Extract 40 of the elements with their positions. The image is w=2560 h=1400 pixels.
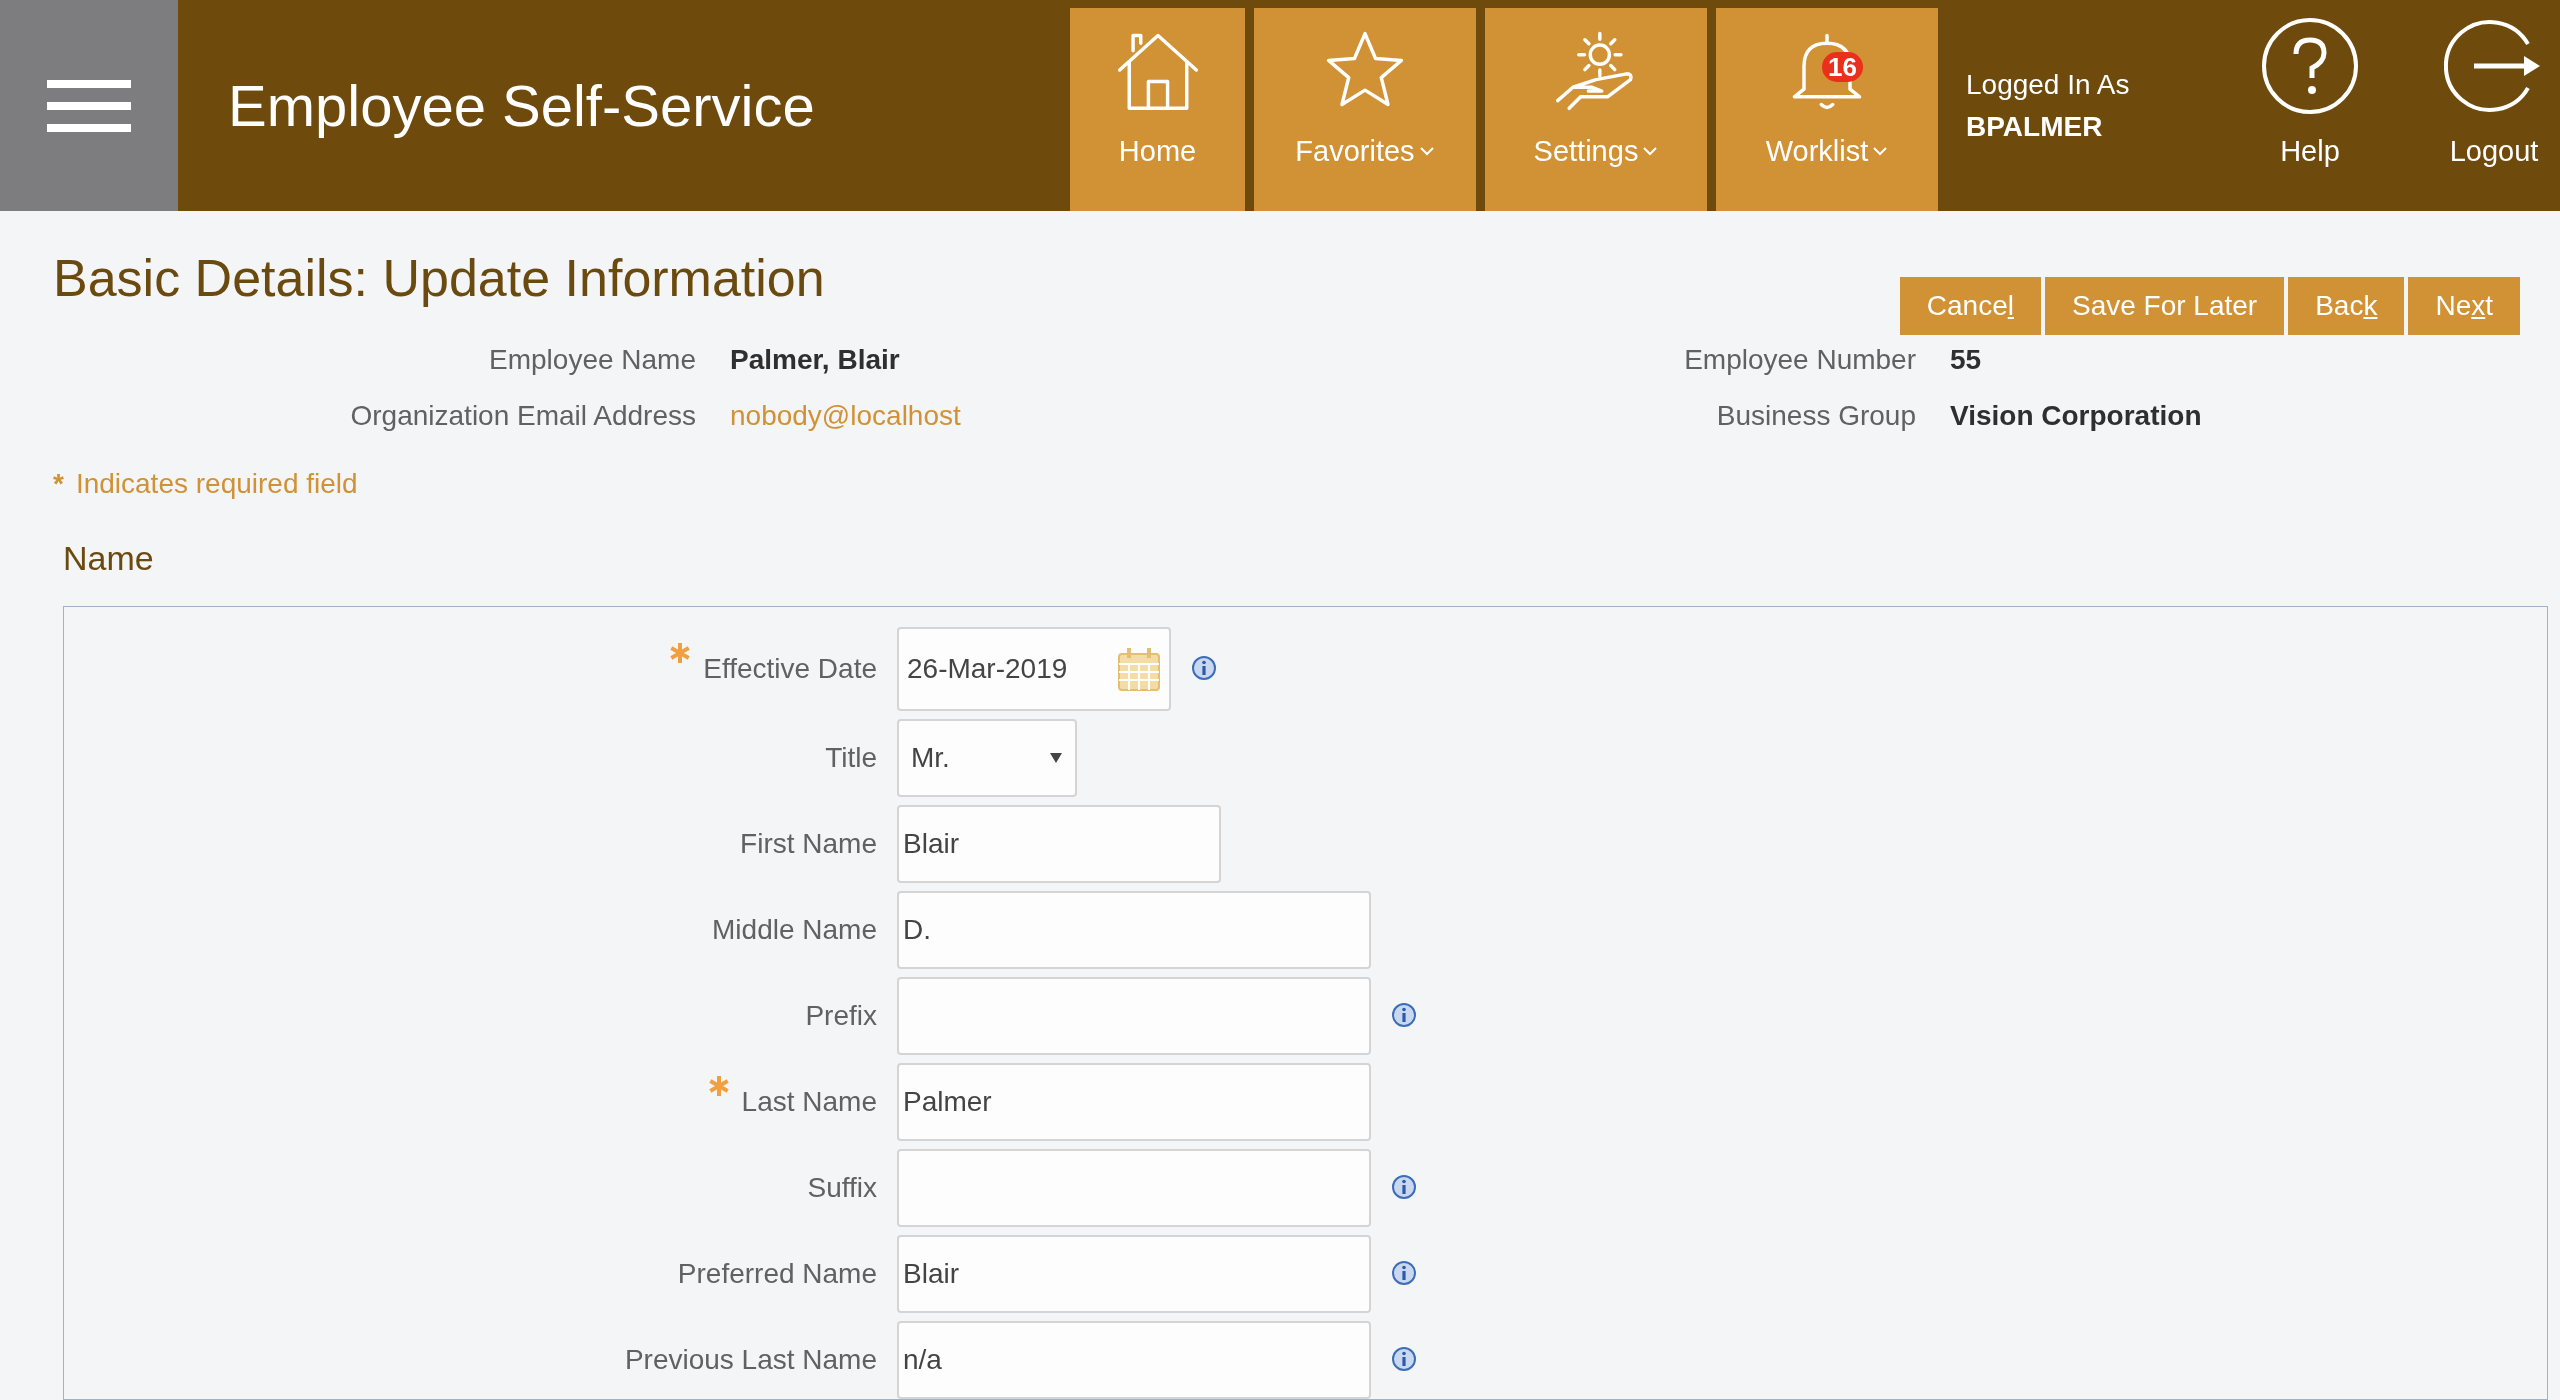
help-icon [2260, 15, 2360, 116]
notification-badge: 16 [1822, 52, 1863, 82]
text-field[interactable]: Blair [897, 805, 1221, 883]
field-label: First Name [740, 827, 877, 861]
text-field[interactable] [897, 977, 1371, 1055]
menu-button[interactable] [0, 0, 178, 211]
info-label: Business Group [1715, 399, 1916, 433]
dropdown-arrow-icon [1049, 752, 1063, 764]
field-label: Last Name [741, 1085, 877, 1119]
info-value: Palmer, Blair [730, 343, 901, 377]
help-button[interactable]: Help [2218, 0, 2402, 211]
section-title: Name [63, 538, 155, 579]
logged-in-caption: Logged In As [1966, 67, 2131, 102]
text-field[interactable]: D. [897, 891, 1371, 969]
text-field[interactable]: Palmer [897, 1063, 1371, 1141]
logout-button[interactable]: Logout [2402, 0, 2560, 211]
info-label: Organization Email Address [349, 399, 696, 433]
field-label: Preferred Name [677, 1257, 877, 1291]
text-field[interactable] [897, 1149, 1371, 1227]
info-value: Vision Corporation [1950, 399, 2202, 433]
field-label: Suffix [807, 1171, 877, 1205]
title-select[interactable]: Mr. [897, 719, 1077, 797]
field-label: Effective Date [703, 652, 877, 686]
field-label: Middle Name [712, 913, 877, 947]
menu-icon [47, 77, 131, 134]
page-title: Basic Details: Update Information [53, 248, 825, 309]
nav-tile[interactable]: Worklist 16 [1716, 8, 1938, 211]
field-label: Title [825, 741, 877, 775]
info-label: Employee Name [488, 343, 696, 377]
text-field[interactable]: Blair [897, 1235, 1371, 1313]
info-value: 55 [1950, 343, 1983, 377]
field-label: Previous Last Name [624, 1343, 877, 1377]
field-label: Prefix [805, 999, 877, 1033]
text-field[interactable]: n/a [897, 1321, 1371, 1399]
date-field[interactable]: 26-Mar-2019 [897, 627, 1171, 711]
required-note: Indicates required field [75, 467, 358, 501]
app-title: Employee Self-Service [228, 72, 815, 140]
required-mark: * [53, 467, 64, 501]
user-name: BPALMER [1966, 109, 2104, 144]
info-label: Employee Number [1683, 343, 1916, 377]
